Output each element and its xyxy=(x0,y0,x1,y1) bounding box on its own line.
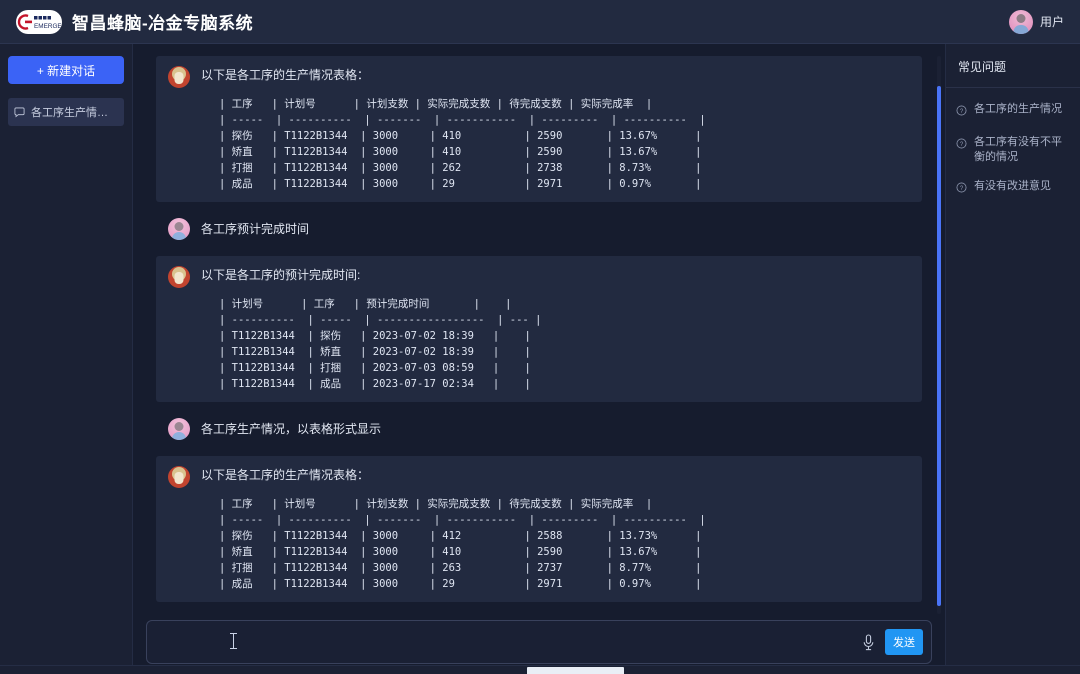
company-logo: EMERGEN xyxy=(16,9,62,34)
message-body: 各工序生产情况，以表格形式显示 xyxy=(201,420,910,438)
message-input[interactable] xyxy=(161,635,857,649)
app-header: EMERGEN 智昌蜂脑-冶金专脑系统 用户 xyxy=(0,0,1080,44)
user-message: 各工序预计完成时间 xyxy=(156,216,922,242)
chat-scrollbar[interactable] xyxy=(937,56,941,614)
chat-bubble-icon xyxy=(14,107,26,118)
assistant-message: 以下是各工序的生产情况表格： | 工序 | 计划号 | 计划支数 | 实际完成支数… xyxy=(156,56,922,202)
conversation-list: 各工序生产情况，以表格形... xyxy=(8,98,124,126)
new-chat-button[interactable]: + 新建对话 xyxy=(8,56,124,84)
bot-avatar-icon xyxy=(168,66,190,88)
message-body: 以下是各工序的生产情况表格： | 工序 | 计划号 | 计划支数 | 实际完成支数… xyxy=(201,66,910,192)
sidebar: + 新建对话 各工序生产情况，以表格形... xyxy=(0,44,133,674)
bot-avatar-icon xyxy=(168,466,190,488)
message-text: 以下是各工序的预计完成时间: xyxy=(201,268,361,282)
assistant-message: 以下是各工序的生产情况表格： | 工序 | 计划号 | 计划支数 | 实际完成支数… xyxy=(156,456,922,602)
faq-item[interactable]: ? 各工序的生产情况 xyxy=(956,102,1070,121)
logo-mark-icon: EMERGEN xyxy=(17,13,61,30)
chat-scrollbar-thumb[interactable] xyxy=(937,86,941,606)
faq-list: ? 各工序的生产情况? 各工序有没有不平衡的情况? 有没有改进意见 xyxy=(946,88,1080,198)
user-avatar-icon[interactable] xyxy=(1008,9,1033,34)
message-body: 以下是各工序的生产情况表格： | 工序 | 计划号 | 计划支数 | 实际完成支数… xyxy=(201,466,910,592)
message-text: 各工序生产情况，以表格形式显示 xyxy=(201,422,382,436)
faq-item-label: 各工序有没有不平衡的情况 xyxy=(974,136,1062,163)
chat-column: 以下是各工序的生产情况表格： | 工序 | 计划号 | 计划支数 | 实际完成支数… xyxy=(133,44,945,674)
send-button[interactable]: 发送 xyxy=(885,629,923,655)
faq-title: 常见问题 xyxy=(946,58,1080,88)
user-message: 各工序生产情况，以表格形式显示 xyxy=(156,416,922,442)
message-table: | 计划号 | 工序 | 预计完成时间 | | | ---------- | -… xyxy=(219,298,542,390)
svg-text:EMERGEN: EMERGEN xyxy=(34,23,61,30)
svg-text:?: ? xyxy=(960,186,964,192)
faq-item-label: 各工序的生产情况 xyxy=(974,103,1062,115)
faq-item[interactable]: ? 各工序有没有不平衡的情况 xyxy=(956,135,1070,165)
message-text: 以下是各工序的生产情况表格： xyxy=(201,68,370,82)
message-text: 以下是各工序的生产情况表格： xyxy=(201,468,370,482)
user-name-label: 用户 xyxy=(1039,15,1064,29)
horizontal-scrollbar[interactable] xyxy=(0,665,1080,674)
text-cursor-icon xyxy=(230,633,237,649)
question-circle-icon: ? xyxy=(956,102,968,121)
microphone-icon[interactable] xyxy=(857,629,879,655)
user-avatar-icon xyxy=(168,418,190,440)
horizontal-scrollbar-thumb[interactable] xyxy=(527,667,624,674)
conversation-item-label: 各工序生产情况，以表格形... xyxy=(31,107,118,119)
message-table: | 工序 | 计划号 | 计划支数 | 实际完成支数 | 待完成支数 | 实际完… xyxy=(219,98,706,190)
message-table: | 工序 | 计划号 | 计划支数 | 实际完成支数 | 待完成支数 | 实际完… xyxy=(219,498,706,590)
app-root: EMERGEN 智昌蜂脑-冶金专脑系统 用户 + 新建对话 各工序生产情况，以表… xyxy=(0,0,1080,674)
message-body: 各工序预计完成时间 xyxy=(201,220,910,238)
faq-panel: 常见问题 ? 各工序的生产情况? 各工序有没有不平衡的情况? 有没有改进意见 xyxy=(945,44,1080,674)
message-body: 以下是各工序的预计完成时间: | 计划号 | 工序 | 预计完成时间 | | | … xyxy=(201,266,910,392)
question-circle-icon: ? xyxy=(956,135,968,165)
svg-text:?: ? xyxy=(960,109,964,115)
question-circle-icon: ? xyxy=(956,179,968,198)
page-title: 智昌蜂脑-冶金专脑系统 xyxy=(72,14,254,33)
app-body: + 新建对话 各工序生产情况，以表格形... 以下是各工序的生产情况表格： | 工… xyxy=(0,44,1080,674)
message-list: 以下是各工序的生产情况表格： | 工序 | 计划号 | 计划支数 | 实际完成支数… xyxy=(146,44,932,616)
svg-text:?: ? xyxy=(960,142,964,148)
faq-item[interactable]: ? 有没有改进意见 xyxy=(956,179,1070,198)
composer-box[interactable]: 发送 xyxy=(146,620,932,664)
user-avatar-icon xyxy=(168,218,190,240)
faq-item-label: 有没有改进意见 xyxy=(974,180,1051,192)
conversation-item[interactable]: 各工序生产情况，以表格形... xyxy=(8,98,124,126)
message-text: 各工序预计完成时间 xyxy=(201,222,310,236)
assistant-message: 以下是各工序的预计完成时间: | 计划号 | 工序 | 预计完成时间 | | | … xyxy=(156,256,922,402)
header-user-area[interactable]: 用户 xyxy=(1008,9,1064,34)
bot-avatar-icon xyxy=(168,266,190,288)
